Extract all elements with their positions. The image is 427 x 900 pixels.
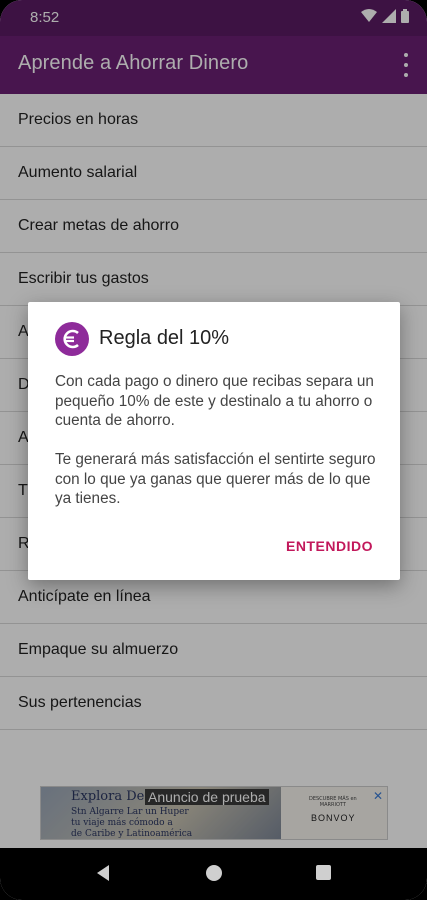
dialog-paragraph: Te generará más satisfacción el sentirte… <box>55 451 376 507</box>
euro-icon <box>55 322 89 356</box>
understood-button[interactable]: ENTENDIDO <box>286 538 373 554</box>
home-icon[interactable] <box>206 865 222 881</box>
dialog-body: Con cada pago o dinero que recibas separ… <box>55 372 385 528</box>
recents-icon[interactable] <box>316 865 331 880</box>
info-dialog: Regla del 10% Con cada pago o dinero que… <box>28 302 400 580</box>
nav-bar <box>0 848 427 900</box>
dialog-paragraph: Con cada pago o dinero que recibas separ… <box>55 373 374 429</box>
dialog-title: Regla del 10% <box>99 327 230 349</box>
back-icon[interactable] <box>95 864 111 882</box>
app-screen: 8:52 Aprende a Ahorrar Dinero Precios en… <box>0 0 427 900</box>
